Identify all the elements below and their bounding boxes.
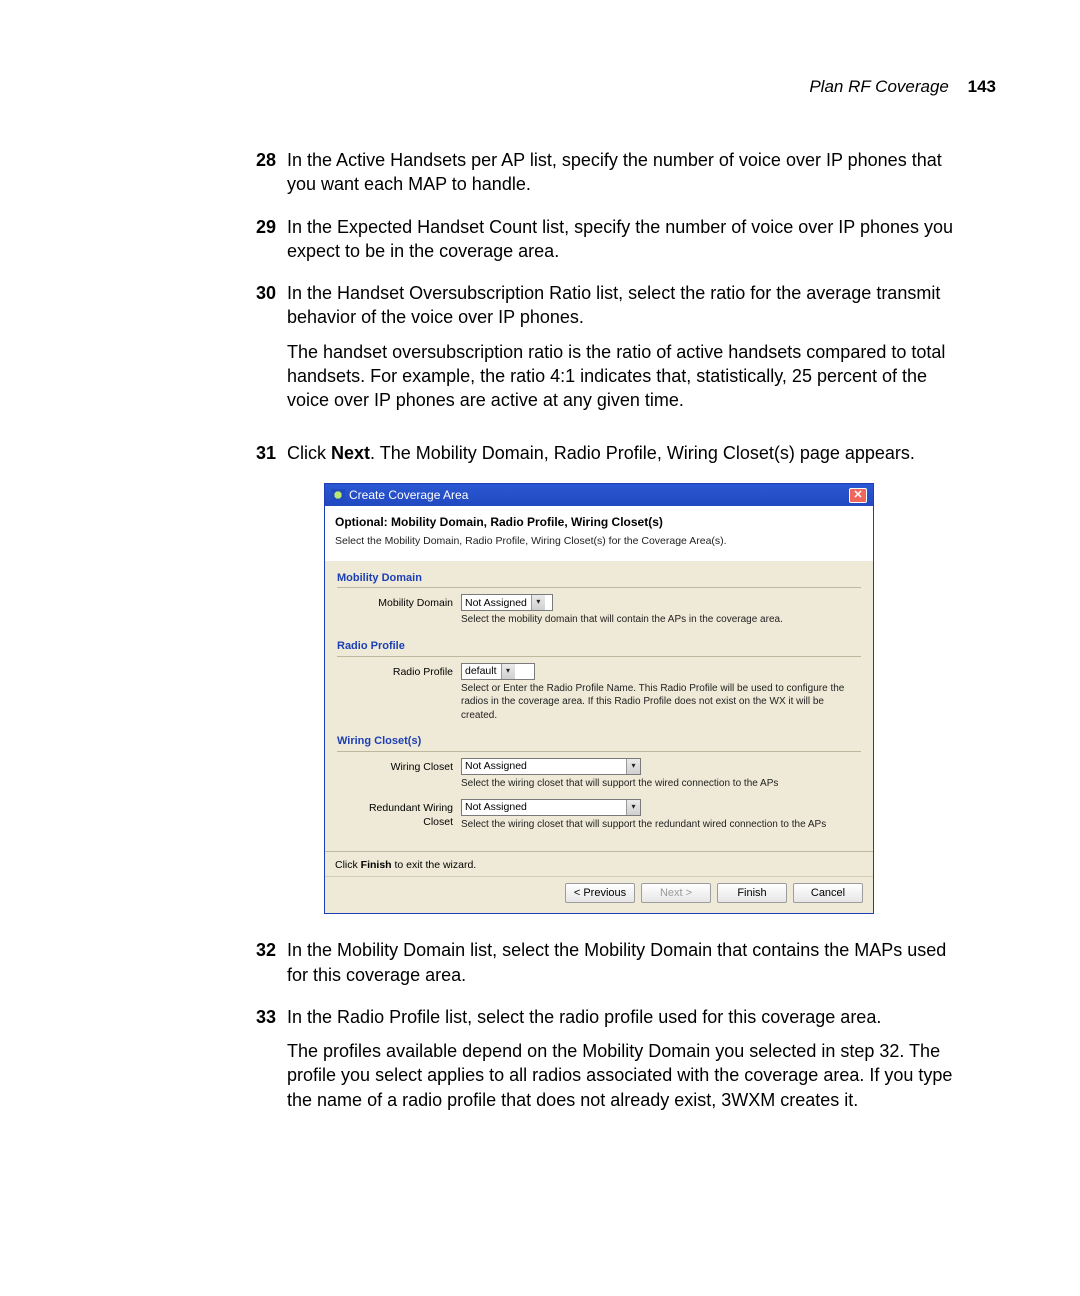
dialog-icon [331, 489, 345, 501]
previous-button[interactable]: < Previous [565, 883, 635, 903]
radio-profile-value: default [465, 664, 501, 678]
step-text: In the Handset Oversubscription Ratio li… [287, 283, 940, 327]
wiring-closet-label: Wiring Closet [337, 758, 461, 774]
redundant-wiring-closet-value: Not Assigned [465, 800, 531, 814]
redundant-wiring-closet-hint: Select the wiring closet that will suppo… [461, 818, 861, 832]
step-number: 28 [246, 148, 276, 172]
step-text-post: . The Mobility Domain, Radio Profile, Wi… [370, 443, 915, 463]
mobility-domain-fieldset: Mobility Domain Mobility Domain Not Assi… [337, 571, 861, 627]
footnote-pre: Click [335, 859, 361, 871]
step-extra: The handset oversubscription ratio is th… [287, 340, 967, 413]
step-32: 32 In the Mobility Domain list, select t… [280, 938, 994, 987]
mobility-domain-hint: Select the mobility domain that will con… [461, 613, 861, 627]
step-text: In the Active Handsets per AP list, spec… [287, 148, 967, 197]
wiring-closets-fieldset: Wiring Closet(s) Wiring Closet Not Assig… [337, 734, 861, 831]
mobility-domain-legend: Mobility Domain [337, 571, 428, 586]
cancel-button[interactable]: Cancel [793, 883, 863, 903]
mobility-domain-value: Not Assigned [465, 596, 531, 610]
footnote-post: to exit the wizard. [392, 859, 477, 871]
chevron-down-icon: ▾ [626, 800, 640, 815]
dialog-footnote: Click Finish to exit the wizard. [325, 851, 873, 876]
finish-button[interactable]: Finish [717, 883, 787, 903]
dialog-title: Create Coverage Area [349, 487, 468, 503]
redundant-wiring-closet-combo[interactable]: Not Assigned ▾ [461, 799, 641, 816]
step-30: 30 In the Handset Oversubscription Ratio… [280, 281, 994, 422]
step-extra: The profiles available depend on the Mob… [287, 1039, 967, 1112]
wiring-closets-legend: Wiring Closet(s) [337, 734, 427, 749]
radio-profile-combo[interactable]: default ▾ [461, 663, 535, 680]
dialog-header: Optional: Mobility Domain, Radio Profile… [325, 506, 873, 560]
step-number: 29 [246, 215, 276, 239]
dialog-form: Mobility Domain Mobility Domain Not Assi… [325, 561, 873, 852]
dialog-subheading: Select the Mobility Domain, Radio Profil… [335, 534, 863, 548]
page-header: Plan RF Coverage 143 [809, 76, 996, 99]
step-29: 29 In the Expected Handset Count list, s… [280, 215, 994, 264]
step-text: In the Expected Handset Count list, spec… [287, 215, 967, 264]
section-title: Plan RF Coverage [809, 77, 949, 96]
radio-profile-fieldset: Radio Profile Radio Profile default ▾ Se… [337, 639, 861, 722]
step-28: 28 In the Active Handsets per AP list, s… [280, 148, 994, 197]
mobility-domain-combo[interactable]: Not Assigned ▾ [461, 594, 553, 611]
step-31: 31 Click Next. The Mobility Domain, Radi… [280, 441, 994, 465]
step-number: 32 [246, 938, 276, 962]
step-33: 33 In the Radio Profile list, select the… [280, 1005, 994, 1122]
chevron-down-icon: ▾ [626, 759, 640, 774]
radio-profile-label: Radio Profile [337, 663, 461, 679]
step-text-bold: Next [331, 443, 370, 463]
wiring-closet-combo[interactable]: Not Assigned ▾ [461, 758, 641, 775]
chevron-down-icon: ▾ [501, 664, 515, 679]
step-number: 31 [246, 441, 276, 465]
dialog-button-row: < Previous Next > Finish Cancel [325, 876, 873, 913]
page-number: 143 [968, 77, 996, 96]
step-text-pre: Click [287, 443, 331, 463]
radio-profile-legend: Radio Profile [337, 639, 411, 654]
step-text: In the Radio Profile list, select the ra… [287, 1007, 881, 1027]
close-icon[interactable]: ✕ [849, 488, 867, 503]
footnote-bold: Finish [361, 859, 392, 871]
wiring-closet-value: Not Assigned [465, 759, 531, 773]
create-coverage-area-dialog: Create Coverage Area ✕ Optional: Mobilit… [324, 483, 874, 914]
page-content: 28 In the Active Handsets per AP list, s… [280, 148, 994, 1140]
dialog-titlebar[interactable]: Create Coverage Area ✕ [325, 484, 873, 506]
step-number: 33 [246, 1005, 276, 1029]
chevron-down-icon: ▾ [531, 595, 545, 610]
step-text: In the Mobility Domain list, select the … [287, 938, 967, 987]
mobility-domain-label: Mobility Domain [337, 594, 461, 610]
radio-profile-hint: Select or Enter the Radio Profile Name. … [461, 682, 861, 723]
dialog-heading: Optional: Mobility Domain, Radio Profile… [335, 514, 863, 530]
wiring-closet-hint: Select the wiring closet that will suppo… [461, 777, 861, 791]
next-button[interactable]: Next > [641, 883, 711, 903]
redundant-wiring-closet-label: Redundant Wiring Closet [337, 799, 461, 829]
step-number: 30 [246, 281, 276, 305]
